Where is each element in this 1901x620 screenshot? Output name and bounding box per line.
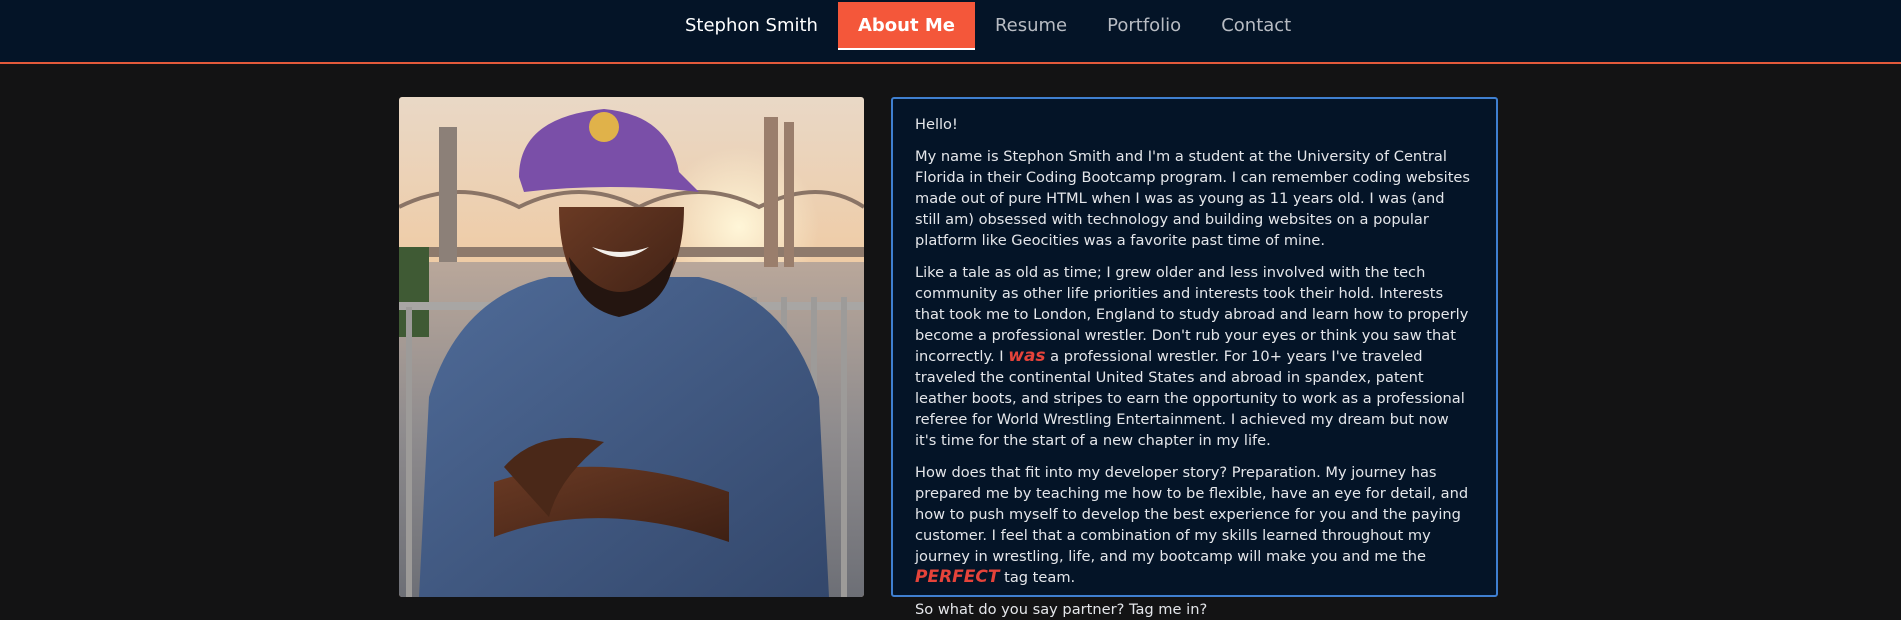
bio-paragraph-3-text-start: How does that fit into my developer stor… [915,464,1469,565]
bio-paragraph-2: Like a tale as old as time; I grew older… [915,262,1474,451]
nav-link-about-me[interactable]: About Me [837,2,975,50]
nav-link-portfolio[interactable]: Portfolio [1087,0,1201,50]
about-me-card: Hello! My name is Stephon Smith and I'm … [891,97,1498,618]
nav-brand-link[interactable]: Stephon Smith [665,0,838,50]
bio-paragraph-3: How does that fit into my developer stor… [915,462,1474,588]
top-navbar: Stephon Smith About Me Resume Portfolio … [0,0,1901,64]
nav-link-resume[interactable]: Resume [975,0,1087,50]
nav-link-contact[interactable]: Contact [1201,0,1311,50]
profile-photo [399,97,864,597]
bio-closing: So what do you say partner? Tag me in? [915,601,1208,618]
bio-paragraph-3-text-end: tag team. [999,569,1076,586]
highlight-was: was [1008,346,1046,366]
bio-greeting: Hello! [915,116,958,133]
highlight-perfect: PERFECT [915,567,1000,587]
profile-photo-illustration [399,97,864,597]
bio-paragraph-1: My name is Stephon Smith and I'm a stude… [915,148,1471,249]
nav-links: Stephon Smith About Me Resume Portfolio … [665,0,1311,50]
